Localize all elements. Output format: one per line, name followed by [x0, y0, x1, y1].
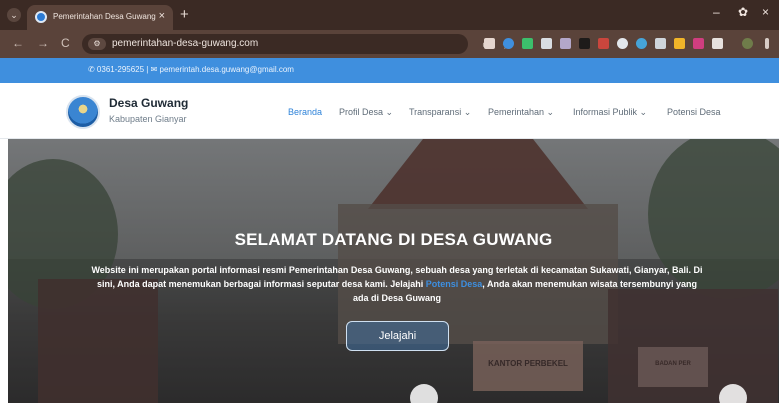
browser-tab-bar: ⌄ Pemerintahan Desa Guwang × + – ✿ ×	[0, 0, 779, 30]
site-info-icon[interactable]: ⚙	[88, 38, 106, 50]
hero-banner: KANTOR PERBEKEL BADAN PER SELAMAT DATANG…	[8, 139, 779, 403]
tab-title: Pemerintahan Desa Guwang	[53, 12, 156, 21]
site-name[interactable]: Desa Guwang	[109, 96, 188, 110]
site-favicon-icon	[35, 11, 47, 23]
extension-green-icon[interactable]	[522, 38, 533, 49]
contact-bar: ✆ 0361-295625 | ✉ pemerintah.desa.guwang…	[0, 58, 779, 83]
contact-info: ✆ 0361-295625 | ✉ pemerintah.desa.guwang…	[88, 65, 294, 74]
url-text[interactable]: pemerintahan-desa-guwang.com	[112, 38, 258, 49]
browser-tab[interactable]: Pemerintahan Desa Guwang ×	[27, 5, 173, 30]
forward-button[interactable]: →	[37, 36, 49, 50]
extension-pen-icon[interactable]	[484, 38, 495, 49]
extension-yellow-icon[interactable]	[674, 38, 685, 49]
village-logo[interactable]	[66, 95, 100, 129]
address-bar[interactable]: ⚙ pemerintahan-desa-guwang.com ⊕ ☆	[82, 34, 512, 54]
extension-puzzle-icon[interactable]	[655, 38, 666, 49]
nav-pemerintahan[interactable]: Pemerintahan ⌄	[488, 107, 554, 118]
maximize-button[interactable]: ✿	[738, 5, 748, 19]
browser-menu-icon[interactable]	[765, 38, 769, 49]
extension-side-panel-icon[interactable]	[712, 38, 723, 49]
extension-cyan-icon[interactable]	[636, 38, 647, 49]
hero-description: Website ini merupakan portal informasi r…	[88, 263, 706, 305]
reload-button[interactable]: C	[61, 36, 70, 50]
nav-beranda[interactable]: Beranda	[288, 107, 322, 117]
browser-toolbar: ← → C ⚙ pemerintahan-desa-guwang.com ⊕ ☆	[0, 30, 779, 58]
jelajahi-button[interactable]: Jelajahi	[346, 321, 449, 351]
extension-red-icon[interactable]	[598, 38, 609, 49]
tab-close-icon[interactable]: ×	[159, 10, 165, 22]
hero-title: SELAMAT DATANG DI DESA GUWANG	[234, 230, 553, 249]
nav-profil-desa[interactable]: Profil Desa ⌄	[339, 107, 393, 118]
close-window-button[interactable]: ×	[762, 5, 769, 19]
back-button[interactable]: ←	[12, 36, 24, 50]
nav-informasi-publik[interactable]: Informasi Publik ⌄	[573, 107, 647, 118]
tab-search-chevron-icon[interactable]: ⌄	[7, 8, 21, 22]
site-header: Desa Guwang Kabupaten Gianyar Beranda Pr…	[0, 83, 779, 139]
extension-purple-icon[interactable]	[560, 38, 571, 49]
extension-dark-icon[interactable]	[579, 38, 590, 49]
extension-square-icon[interactable]	[541, 38, 552, 49]
minimize-button[interactable]: –	[713, 5, 720, 19]
extension-round-icon[interactable]	[617, 38, 628, 49]
profile-avatar[interactable]	[742, 38, 753, 49]
nav-potensi-desa[interactable]: Potensi Desa	[667, 107, 721, 117]
new-tab-button[interactable]: +	[180, 6, 189, 23]
nav-transparansi[interactable]: Transparansi ⌄	[409, 107, 471, 118]
extension-blue-icon[interactable]	[503, 38, 514, 49]
extension-pink-icon[interactable]	[693, 38, 704, 49]
site-subtitle: Kabupaten Gianyar	[109, 114, 187, 124]
hero-potensi-link[interactable]: Potensi Desa	[426, 279, 483, 289]
